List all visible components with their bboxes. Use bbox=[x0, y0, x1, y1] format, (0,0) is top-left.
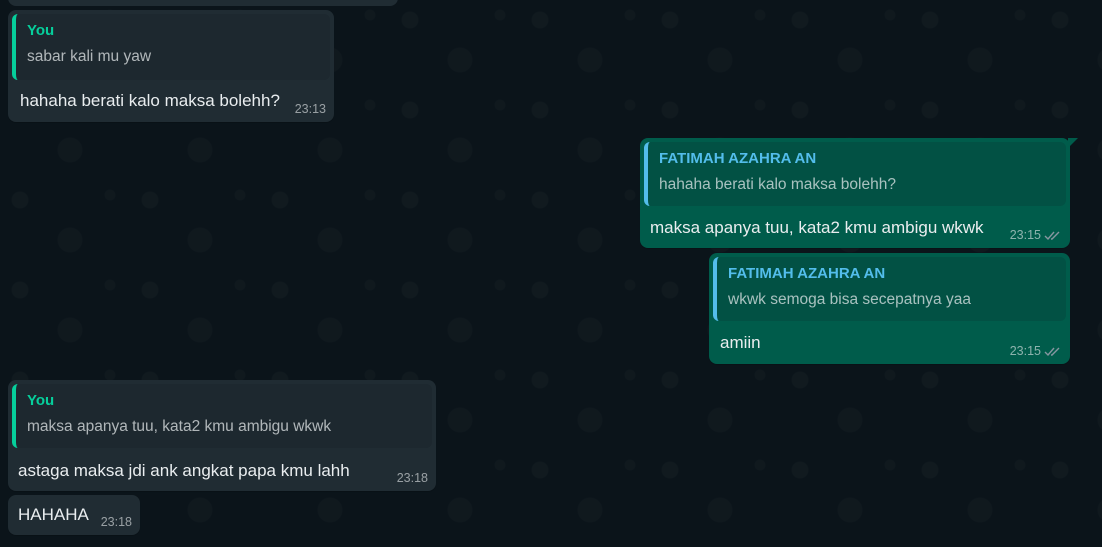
message-bubble-outgoing[interactable]: FATIMAH AZAHRA AN hahaha berati kalo mak… bbox=[640, 138, 1078, 248]
quoted-text: hahaha berati kalo maksa bolehh? bbox=[659, 176, 896, 193]
message-meta: 23:13 bbox=[295, 102, 326, 117]
message-text: maksa apanya tuu, kata2 kmu ambigu wkwk bbox=[650, 218, 984, 237]
message-meta: 23:15 bbox=[1010, 344, 1062, 359]
message-text: astaga maksa jdi ank angkat papa kmu lah… bbox=[18, 461, 350, 480]
message-text: amiin bbox=[720, 333, 761, 352]
message-bubble-outgoing[interactable]: FATIMAH AZAHRA AN wkwk semoga bisa secep… bbox=[709, 253, 1070, 364]
message-meta: 23:18 bbox=[397, 471, 428, 486]
quoted-reply[interactable]: FATIMAH AZAHRA AN hahaha berati kalo mak… bbox=[644, 142, 1066, 206]
quoted-text: maksa apanya tuu, kata2 kmu ambigu wkwk bbox=[27, 418, 332, 435]
message-bubble-incoming[interactable]: You maksa apanya tuu, kata2 kmu ambigu w… bbox=[8, 380, 436, 491]
message-text: HAHAHA bbox=[18, 505, 89, 524]
double-check-icon bbox=[1044, 230, 1062, 241]
quoted-author: You bbox=[27, 22, 55, 39]
double-check-icon bbox=[1044, 346, 1062, 357]
message-bubble-incoming[interactable]: You sabar kali mu yaw hahaha berati kalo… bbox=[8, 10, 334, 122]
message-time: 23:13 bbox=[294, 102, 326, 116]
quoted-author: FATIMAH AZAHRA AN bbox=[728, 265, 886, 282]
message-time: 23:18 bbox=[396, 471, 428, 485]
message-text: hahaha berati kalo maksa bolehh? bbox=[20, 91, 280, 110]
quoted-reply[interactable]: You sabar kali mu yaw bbox=[12, 14, 330, 80]
message-meta: 23:15 bbox=[1010, 228, 1062, 243]
message-time: 23:15 bbox=[1009, 344, 1041, 358]
quoted-reply[interactable]: You maksa apanya tuu, kata2 kmu ambigu w… bbox=[12, 384, 432, 448]
quoted-author: FATIMAH AZAHRA AN bbox=[659, 150, 817, 167]
quoted-author: You bbox=[27, 392, 55, 409]
message-time: 23:15 bbox=[1009, 228, 1041, 242]
previous-message-bubble[interactable] bbox=[8, 0, 398, 6]
quoted-text: wkwk semoga bisa secepatnya yaa bbox=[728, 291, 971, 308]
chat-panel: You sabar kali mu yaw hahaha berati kalo… bbox=[0, 0, 1102, 547]
message-bubble-incoming[interactable]: HAHAHA 23:18 bbox=[8, 495, 140, 535]
message-time: 23:18 bbox=[100, 515, 132, 529]
message-meta: 23:18 bbox=[101, 515, 132, 530]
quoted-text: sabar kali mu yaw bbox=[27, 48, 152, 65]
quoted-reply[interactable]: FATIMAH AZAHRA AN wkwk semoga bisa secep… bbox=[713, 257, 1066, 321]
